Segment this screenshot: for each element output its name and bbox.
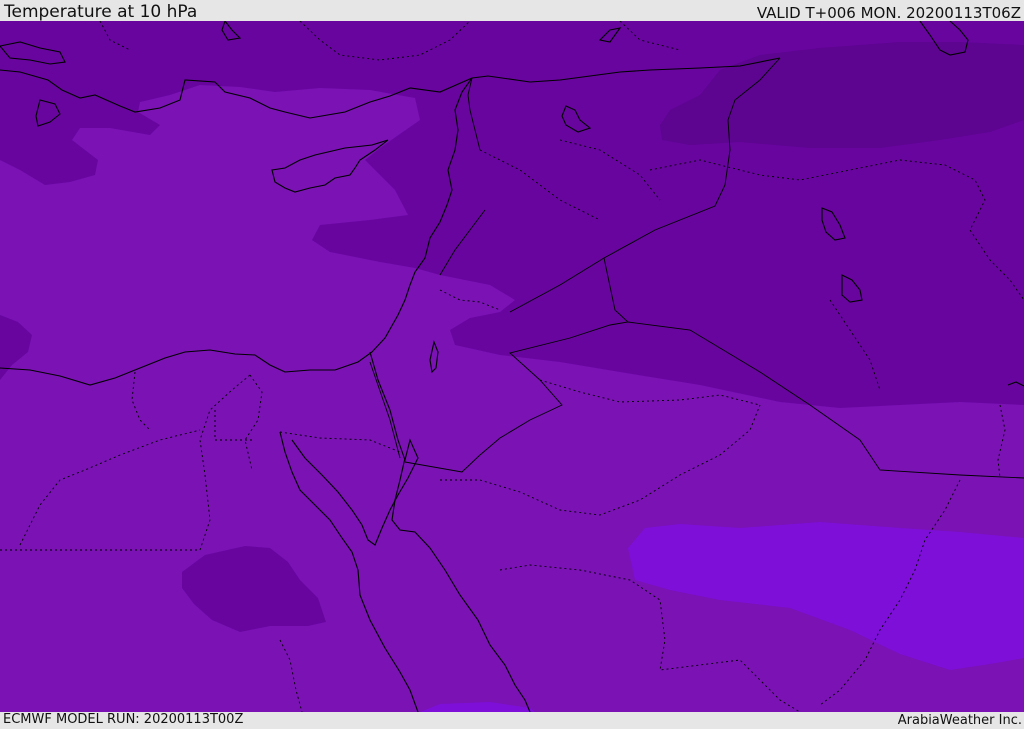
model-run-label: ECMWF MODEL RUN: 20200113T00Z bbox=[3, 712, 244, 727]
credit-label: ArabiaWeather Inc. bbox=[897, 713, 1022, 728]
valid-time: VALID T+006 MON. 20200113T06Z bbox=[756, 4, 1021, 22]
footer-bar: ECMWF MODEL RUN: 20200113T00Z ArabiaWeat… bbox=[0, 712, 1024, 729]
temperature-map[interactable] bbox=[0, 21, 1024, 712]
header-bar: Temperature at 10 hPa VALID T+006 MON. 2… bbox=[0, 0, 1024, 21]
map-title: Temperature at 10 hPa bbox=[4, 2, 198, 22]
